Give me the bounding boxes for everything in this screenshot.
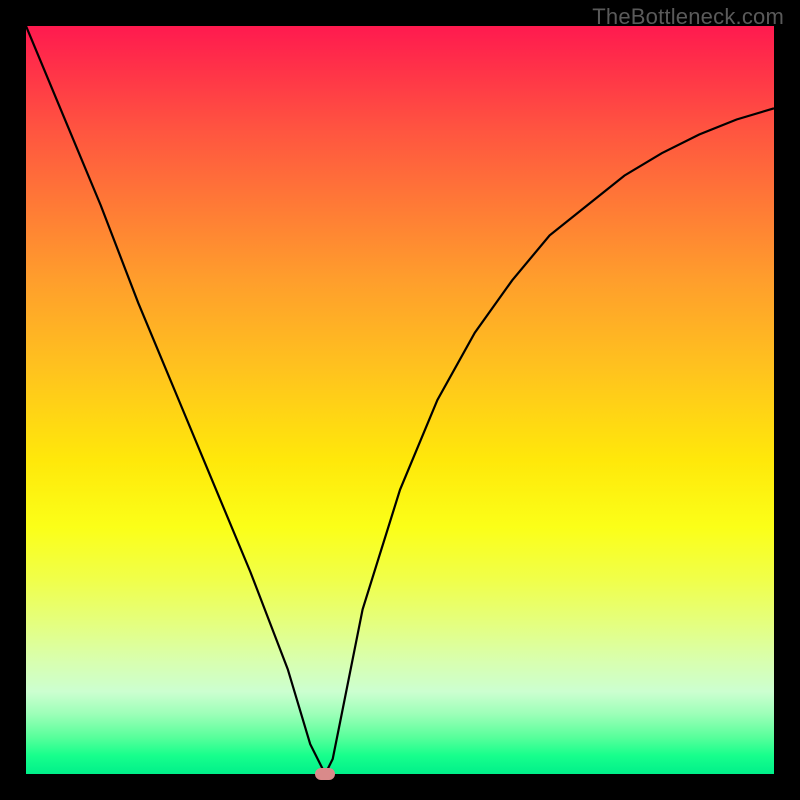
- watermark-text: TheBottleneck.com: [592, 4, 784, 30]
- curve-svg: [26, 26, 774, 774]
- plot-area: [26, 26, 774, 774]
- optimal-marker: [315, 768, 335, 780]
- chart-frame: TheBottleneck.com: [0, 0, 800, 800]
- bottleneck-curve: [26, 26, 774, 774]
